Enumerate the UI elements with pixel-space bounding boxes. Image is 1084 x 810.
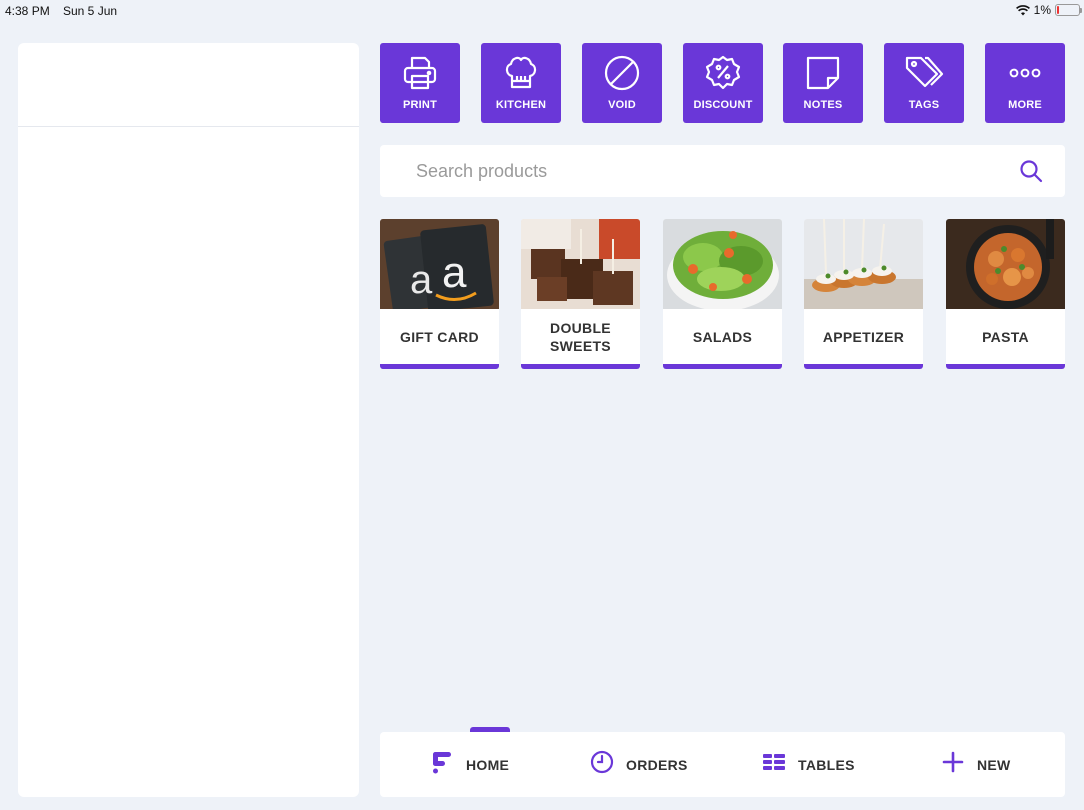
status-time: 4:38 PM bbox=[5, 4, 50, 18]
category-appetizer[interactable]: APPETIZER bbox=[804, 219, 923, 369]
category-accent-bar bbox=[380, 364, 499, 369]
nav-tables[interactable]: TABLES bbox=[762, 732, 855, 797]
appetizer-image bbox=[804, 219, 923, 309]
category-name: SALADS bbox=[692, 328, 753, 345]
category-name: PASTA bbox=[982, 328, 1029, 345]
nav-orders-label: ORDERS bbox=[626, 756, 688, 773]
chef-hat-icon bbox=[501, 53, 541, 93]
search-icon[interactable] bbox=[1019, 159, 1043, 188]
nav-new[interactable]: NEW bbox=[941, 732, 1011, 797]
print-button[interactable]: PRINT bbox=[380, 43, 460, 123]
nav-home-label: HOME bbox=[466, 756, 510, 773]
notes-button[interactable]: NOTES bbox=[783, 43, 863, 123]
salad-image bbox=[663, 219, 782, 309]
kitchen-label: KITCHEN bbox=[495, 99, 547, 111]
tags-button[interactable]: TAGS bbox=[884, 43, 964, 123]
more-label: MORE bbox=[1008, 99, 1042, 111]
void-label: VOID bbox=[608, 99, 636, 111]
void-button[interactable]: VOID bbox=[582, 43, 662, 123]
battery-percent: 1% bbox=[1033, 3, 1051, 17]
battery-icon bbox=[1055, 4, 1082, 16]
category-name: DOUBLE SWEETS bbox=[550, 319, 611, 354]
status-right: 1% bbox=[1015, 3, 1082, 17]
clock-icon bbox=[590, 750, 614, 779]
discount-label: DISCOUNT bbox=[693, 99, 753, 111]
note-icon bbox=[803, 53, 843, 93]
order-panel bbox=[18, 43, 359, 797]
search-input[interactable] bbox=[416, 157, 996, 185]
svg-text:a: a bbox=[442, 248, 467, 297]
discount-icon bbox=[703, 53, 743, 93]
category-gift-card[interactable]: a a GIFT CARD bbox=[380, 219, 499, 369]
category-salads[interactable]: SALADS bbox=[663, 219, 782, 369]
category-name: APPETIZER bbox=[822, 328, 905, 345]
category-pasta[interactable]: PASTA bbox=[946, 219, 1065, 369]
nav-home[interactable]: HOME bbox=[430, 732, 509, 797]
home-icon bbox=[430, 750, 454, 779]
printer-icon bbox=[400, 53, 440, 93]
order-panel-divider bbox=[18, 126, 359, 127]
nav-tables-label: TABLES bbox=[798, 756, 855, 773]
tags-label: TAGS bbox=[908, 99, 940, 111]
category-accent-bar bbox=[663, 364, 782, 369]
kitchen-button[interactable]: KITCHEN bbox=[481, 43, 561, 123]
search-box bbox=[380, 145, 1065, 197]
void-icon bbox=[602, 53, 642, 93]
nav-new-label: NEW bbox=[977, 756, 1011, 773]
nav-orders[interactable]: ORDERS bbox=[590, 732, 688, 797]
tags-icon bbox=[904, 53, 944, 93]
sweets-image bbox=[521, 219, 640, 309]
plus-icon bbox=[941, 750, 965, 779]
svg-text:a: a bbox=[410, 258, 433, 302]
discount-button[interactable]: DISCOUNT bbox=[683, 43, 763, 123]
status-bar: 4:38 PM Sun 5 Jun 1% bbox=[0, 0, 1084, 22]
gift-card-image: a a bbox=[380, 219, 499, 309]
category-accent-bar bbox=[946, 364, 1065, 369]
print-label: PRINT bbox=[403, 99, 437, 111]
category-accent-bar bbox=[804, 364, 923, 369]
tables-icon bbox=[762, 750, 786, 779]
more-button[interactable]: MORE bbox=[985, 43, 1065, 123]
more-icon bbox=[1005, 53, 1045, 93]
category-accent-bar bbox=[521, 364, 640, 369]
category-name: GIFT CARD bbox=[400, 328, 479, 345]
notes-label: NOTES bbox=[803, 99, 843, 111]
pasta-image bbox=[946, 219, 1065, 309]
status-date: Sun 5 Jun bbox=[63, 4, 118, 18]
category-double-sweets[interactable]: DOUBLE SWEETS bbox=[521, 219, 640, 369]
wifi-icon bbox=[1015, 4, 1030, 15]
bottom-nav: HOME ORDERS TABLES NEW bbox=[380, 727, 1065, 797]
